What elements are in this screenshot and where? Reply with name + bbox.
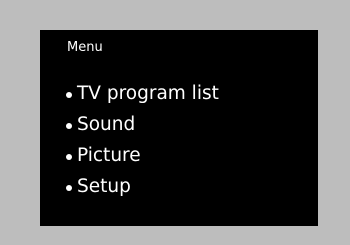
menu-item-tv-program-list[interactable]: TV program list	[66, 78, 219, 109]
menu-item-label: Setup	[77, 176, 131, 197]
menu-item-label: TV program list	[77, 83, 219, 104]
menu-list: TV program list Sound Picture Setup	[66, 78, 219, 202]
menu-item-setup[interactable]: Setup	[66, 171, 219, 202]
bullet-icon	[66, 122, 72, 129]
menu-title: Menu	[67, 40, 103, 55]
bullet-icon	[66, 153, 72, 160]
tv-screen: Menu TV program list Sound Picture Setup	[40, 30, 318, 226]
menu-item-label: Sound	[77, 114, 136, 135]
bullet-icon	[66, 184, 72, 191]
menu-item-picture[interactable]: Picture	[66, 140, 219, 171]
menu-item-sound[interactable]: Sound	[66, 109, 219, 140]
bullet-icon	[66, 91, 72, 98]
menu-item-label: Picture	[77, 145, 141, 166]
